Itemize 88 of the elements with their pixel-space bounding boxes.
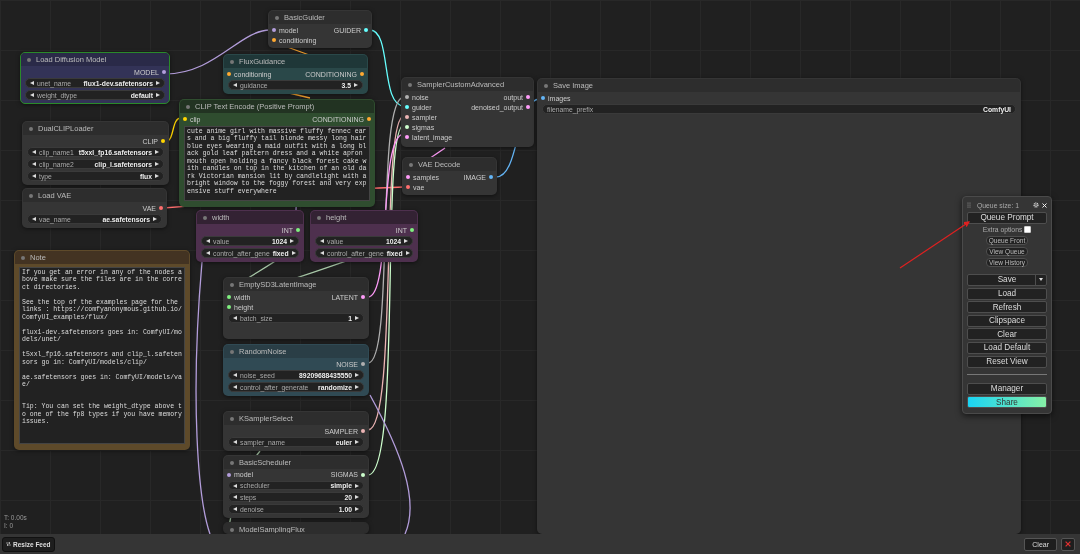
- collapse-dot-icon[interactable]: [27, 57, 31, 62]
- increment-arrow-icon[interactable]: [355, 483, 359, 488]
- menu-button[interactable]: Load: [967, 287, 1047, 300]
- annotation-arrow: [899, 221, 970, 269]
- menu-button[interactable]: Load Default: [967, 341, 1047, 354]
- node-card[interactable]: [14, 250, 190, 450]
- collapse-dot-icon[interactable]: [230, 282, 234, 287]
- increment-arrow-icon[interactable]: [354, 83, 358, 87]
- input-port-icon[interactable]: [406, 185, 410, 189]
- decrement-arrow-icon[interactable]: [233, 495, 237, 500]
- decrement-arrow-icon[interactable]: [206, 251, 210, 255]
- decrement-arrow-icon[interactable]: [233, 440, 237, 444]
- decrement-arrow-icon[interactable]: [32, 162, 36, 166]
- input-port-icon[interactable]: [227, 72, 231, 76]
- collapse-dot-icon[interactable]: [230, 59, 234, 64]
- increment-arrow-icon[interactable]: [155, 174, 159, 178]
- menu-button[interactable]: Reset View: [967, 355, 1047, 368]
- decrement-arrow-icon[interactable]: [320, 239, 324, 243]
- collapse-dot-icon[interactable]: [230, 349, 234, 354]
- collapse-dot-icon[interactable]: [29, 126, 33, 131]
- increment-arrow-icon[interactable]: [355, 385, 359, 389]
- increment-arrow-icon[interactable]: [153, 217, 157, 221]
- input-port-icon[interactable]: [183, 117, 187, 121]
- menu-button[interactable]: Refresh: [967, 301, 1047, 314]
- queue-prompt-button[interactable]: Queue Prompt: [967, 211, 1047, 224]
- node-card[interactable]: [179, 99, 375, 207]
- collapse-dot-icon[interactable]: [21, 255, 25, 260]
- input-port-icon[interactable]: [272, 38, 276, 42]
- increment-arrow-icon[interactable]: [405, 251, 410, 255]
- decrement-arrow-icon[interactable]: [233, 83, 237, 87]
- collapse-dot-icon[interactable]: [409, 162, 413, 167]
- input-port-icon[interactable]: [405, 105, 409, 109]
- settings-icon[interactable]: [1033, 202, 1039, 208]
- collapse-dot-icon[interactable]: [230, 460, 234, 465]
- increment-arrow-icon[interactable]: [404, 239, 408, 243]
- collapse-dot-icon[interactable]: [29, 193, 33, 198]
- decrement-arrow-icon[interactable]: [233, 507, 237, 512]
- decrement-arrow-icon[interactable]: [32, 174, 36, 178]
- increment-arrow-icon[interactable]: [355, 373, 359, 377]
- decrement-arrow-icon[interactable]: [233, 373, 237, 377]
- collapse-dot-icon[interactable]: [408, 82, 412, 87]
- menu-button[interactable]: Clear: [967, 328, 1047, 341]
- increment-arrow-icon[interactable]: [355, 440, 359, 444]
- input-port-icon[interactable]: [405, 95, 409, 99]
- decrement-arrow-icon[interactable]: [206, 239, 210, 243]
- output-port-icon[interactable]: [361, 472, 365, 477]
- increment-arrow-icon[interactable]: [355, 495, 359, 500]
- menu-button[interactable]: Save: [967, 273, 1047, 286]
- input-port-icon[interactable]: [272, 28, 276, 32]
- collapse-dot-icon[interactable]: [275, 15, 279, 20]
- decrement-arrow-icon[interactable]: [233, 385, 237, 389]
- collapse-dot-icon[interactable]: [544, 83, 548, 88]
- collapse-dot-icon[interactable]: [230, 416, 234, 421]
- increment-arrow-icon[interactable]: [155, 162, 159, 166]
- collapse-dot-icon[interactable]: [203, 215, 207, 220]
- menu-button[interactable]: Clipspace: [967, 314, 1047, 327]
- input-port-icon[interactable]: [405, 125, 409, 129]
- input-port-icon[interactable]: [541, 96, 545, 100]
- resize-icon: [6, 542, 11, 546]
- decrement-arrow-icon[interactable]: [233, 316, 237, 320]
- input-port-icon[interactable]: [227, 472, 231, 477]
- collapse-dot-icon[interactable]: [317, 215, 321, 220]
- decrement-arrow-icon[interactable]: [320, 251, 324, 255]
- extra-options-checkbox[interactable]: [1024, 226, 1032, 234]
- increment-arrow-icon[interactable]: [156, 81, 160, 85]
- input-port-icon[interactable]: [406, 175, 410, 179]
- decrement-arrow-icon[interactable]: [30, 81, 34, 85]
- menu-button[interactable]: Share: [967, 396, 1047, 409]
- decrement-arrow-icon[interactable]: [30, 93, 34, 97]
- input-port-icon[interactable]: [405, 135, 409, 139]
- collapse-dot-icon[interactable]: [230, 527, 234, 532]
- close-button[interactable]: [1061, 537, 1075, 551]
- collapse-dot-icon[interactable]: [186, 104, 190, 109]
- decrement-arrow-icon[interactable]: [233, 483, 237, 488]
- input-port-icon[interactable]: [405, 115, 409, 119]
- decrement-arrow-icon[interactable]: [32, 150, 36, 154]
- increment-arrow-icon[interactable]: [155, 150, 159, 154]
- increment-arrow-icon[interactable]: [355, 507, 359, 512]
- input-port-icon[interactable]: [227, 295, 231, 299]
- increment-arrow-icon[interactable]: [355, 316, 359, 320]
- menu-button[interactable]: Manager: [967, 382, 1047, 395]
- close-icon[interactable]: [1042, 202, 1047, 208]
- increment-arrow-icon[interactable]: [156, 93, 160, 97]
- close-icon: [1065, 541, 1071, 547]
- decrement-arrow-icon[interactable]: [32, 217, 36, 221]
- increment-arrow-icon[interactable]: [290, 239, 294, 243]
- increment-arrow-icon[interactable]: [291, 251, 296, 255]
- input-port-icon[interactable]: [227, 305, 231, 309]
